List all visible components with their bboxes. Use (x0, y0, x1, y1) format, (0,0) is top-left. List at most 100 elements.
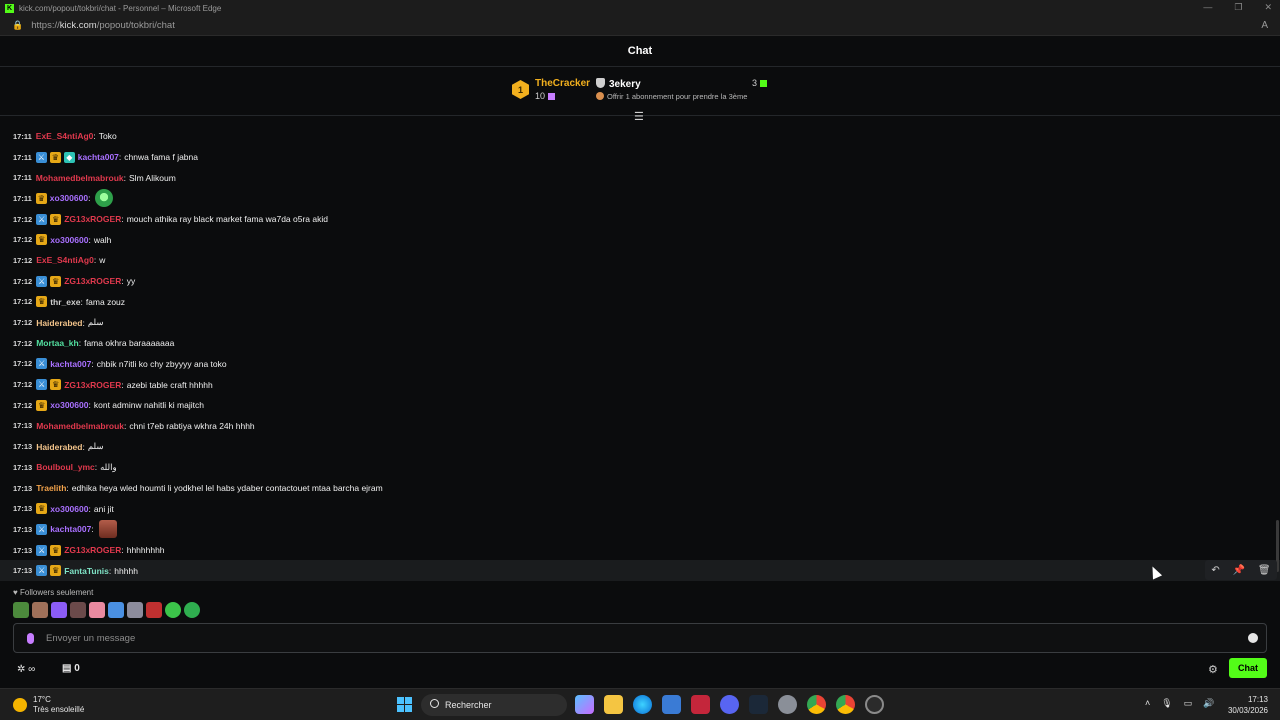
emote-icon[interactable] (127, 602, 143, 618)
message-username[interactable]: xo300600 (50, 504, 88, 514)
sub-badge-icon[interactable]: ♛ (50, 379, 62, 391)
settings-gear-icon[interactable]: ⚙ (1208, 663, 1218, 676)
network-icon[interactable]: ▭ (1184, 698, 1193, 709)
taskbar-search[interactable]: Rechercher (421, 694, 567, 716)
chat-message[interactable]: 17:13 Mohamedbelmabrouk: chni t7eb rabtiya… (0, 416, 1280, 437)
mod-badge-icon[interactable]: ⚔ (36, 358, 48, 370)
chrome-profile-icon[interactable] (836, 695, 855, 714)
chat-message-list[interactable]: 17:11 ExE_S4ntiAg0: Toko 17:11 ⚔ ♛ ◆ kachta007:… (0, 126, 1280, 582)
microphone-icon[interactable] (27, 632, 34, 644)
message-username[interactable]: Haiderabed (36, 318, 82, 328)
sub-badge-icon[interactable]: ♛ (36, 399, 48, 411)
sub-badge-icon[interactable]: ♛ (36, 503, 48, 515)
chat-message[interactable]: 17:13 ♛ xo300600: ani jit (0, 498, 1280, 519)
message-username[interactable]: FantaTunis (64, 566, 109, 576)
taskbar-clock[interactable]: 17:13 30/03/2026 (1222, 694, 1268, 716)
chat-message[interactable]: 17:13 ⚔ ♛ FantaTunis: hhhhh (0, 560, 1280, 582)
message-username[interactable]: Haiderabed (36, 442, 82, 452)
mod-badge-icon[interactable]: ⚔ (36, 523, 48, 535)
message-username[interactable]: xo300600 (50, 235, 88, 245)
emote-icon[interactable] (108, 602, 124, 618)
top-gifter-name[interactable]: TheCracker (535, 78, 590, 89)
edge-icon[interactable] (633, 695, 652, 714)
expand-leaderboard-icon[interactable]: ☰ (634, 110, 644, 123)
chat-message[interactable]: 17:12 Haiderabed: سلم (0, 312, 1280, 333)
chat-message[interactable]: 17:13 ⚔ kachta007: (0, 519, 1280, 540)
adobe-icon[interactable] (691, 695, 710, 714)
lock-icon[interactable]: 🔒 (12, 20, 23, 31)
message-username[interactable]: thr_exe (50, 297, 80, 307)
message-username[interactable]: xo300600 (50, 400, 88, 410)
second-gifter[interactable]: 3ekery (596, 78, 641, 90)
steam-icon[interactable] (749, 695, 768, 714)
mod-badge-icon[interactable]: ⚔ (36, 565, 48, 577)
store-icon[interactable] (662, 695, 681, 714)
chat-message[interactable]: 17:12 ♛ xo300600: kont adminw nahitli ki ma… (0, 395, 1280, 416)
message-input[interactable]: Envoyer un message (13, 623, 1267, 653)
sub-badge-icon[interactable]: ♛ (50, 275, 62, 287)
chat-message[interactable]: 17:12 ⚔ ♛ ZG13xROGER: mouch athika ray black… (0, 209, 1280, 230)
message-username[interactable]: xo300600 (50, 193, 88, 203)
close-icon[interactable]: ✕ (1264, 2, 1272, 13)
chat-message[interactable]: 17:11 ♛ xo300600: (0, 188, 1280, 209)
emote-icon[interactable] (32, 602, 48, 618)
sub-badge-icon[interactable]: ♛ (35, 192, 47, 204)
emote-icon[interactable] (13, 602, 29, 618)
tray-chevron-icon[interactable]: ˄ (1145, 698, 1150, 709)
emote-icon[interactable] (70, 602, 86, 618)
chat-message[interactable]: 17:11 ExE_S4ntiAg0: Toko (0, 126, 1280, 147)
mod-badge-icon[interactable]: ⚔ (36, 379, 48, 391)
emote-icon[interactable] (98, 520, 117, 539)
chat-message[interactable]: 17:12 ⚔ kachta007: chbik n7itli ko chy zbyy… (0, 354, 1280, 375)
vip-badge-icon[interactable]: ◆ (63, 151, 75, 163)
emote-icon[interactable] (165, 602, 181, 618)
chat-message[interactable]: 17:13 Haiderabed: سلم (0, 436, 1280, 457)
chat-message[interactable]: 17:13 Boulboul_ymc: والله (0, 457, 1280, 478)
settings-icon[interactable] (778, 695, 797, 714)
sub-badge-icon[interactable]: ♛ (50, 565, 62, 577)
chat-message[interactable]: 17:12 ⚔ ♛ ZG13xROGER: yy (0, 271, 1280, 292)
message-username[interactable]: Traelith (36, 483, 66, 493)
chat-message[interactable]: 17:12 ♛ thr_exe: fama zouz (0, 292, 1280, 313)
message-username[interactable]: kachta007 (50, 359, 91, 369)
emote-icon[interactable] (95, 189, 114, 208)
message-username[interactable]: kachta007 (78, 152, 119, 162)
discord-icon[interactable] (720, 695, 739, 714)
obs-icon[interactable] (865, 695, 884, 714)
file-explorer-icon[interactable] (604, 695, 623, 714)
emote-icon[interactable] (89, 602, 105, 618)
sub-badge-icon[interactable]: ♛ (50, 544, 62, 556)
message-username[interactable]: ZG13xROGER (64, 380, 121, 390)
windows-start-icon[interactable] (397, 697, 412, 712)
gift-offer[interactable]: Offrir 1 abonnement pour prendre la 3ème (596, 92, 747, 101)
message-username[interactable]: ZG13xROGER (64, 214, 121, 224)
message-username[interactable]: Boulboul_ymc (36, 462, 95, 472)
message-username[interactable]: kachta007 (50, 524, 91, 534)
chat-message[interactable]: 17:11 Mohamedbelmabrouk: Slm Alikoum (0, 167, 1280, 188)
mod-badge-icon[interactable]: ⚔ (36, 213, 48, 225)
message-username[interactable]: Mohamedbelmabrouk (36, 173, 124, 183)
minimize-icon[interactable]: — (1203, 2, 1212, 13)
chat-message[interactable]: 17:12 ⚔ ♛ ZG13xROGER: azebi table craft hhhh… (0, 374, 1280, 395)
channel-points[interactable]: ✲ ∞ (17, 664, 35, 675)
message-username[interactable]: Mohamedbelmabrouk (36, 421, 124, 431)
microphone-tray-icon[interactable]: 🎙 (1161, 698, 1172, 709)
message-username[interactable]: ExE_S4ntiAg0 (36, 255, 94, 265)
copilot-icon[interactable] (575, 695, 594, 714)
emoji-picker-icon[interactable] (1248, 633, 1258, 643)
chat-message[interactable]: 17:12 ExE_S4ntiAg0: w (0, 250, 1280, 271)
chat-message[interactable]: 17:12 ♛ xo300600: walh (0, 229, 1280, 250)
weather-widget[interactable]: 17°C Très ensoleillé (13, 695, 84, 715)
volume-icon[interactable]: 🔊 (1203, 698, 1214, 709)
chrome-icon[interactable] (807, 695, 826, 714)
read-aloud-icon[interactable]: A (1261, 20, 1268, 31)
chat-message[interactable]: 17:11 ⚔ ♛ ◆ kachta007: chnwa fama f jabna (0, 147, 1280, 168)
sub-badge-icon[interactable]: ♛ (36, 234, 48, 246)
stock-counter[interactable]: ▤ 0 (62, 663, 80, 674)
emote-icon[interactable] (184, 602, 200, 618)
mod-badge-icon[interactable]: ⚔ (35, 151, 47, 163)
sub-badge-icon[interactable]: ♛ (50, 213, 62, 225)
sub-badge-icon[interactable]: ♛ (36, 296, 48, 308)
reply-icon[interactable]: ↶ (1211, 565, 1219, 576)
message-username[interactable]: ZG13xROGER (64, 276, 121, 286)
